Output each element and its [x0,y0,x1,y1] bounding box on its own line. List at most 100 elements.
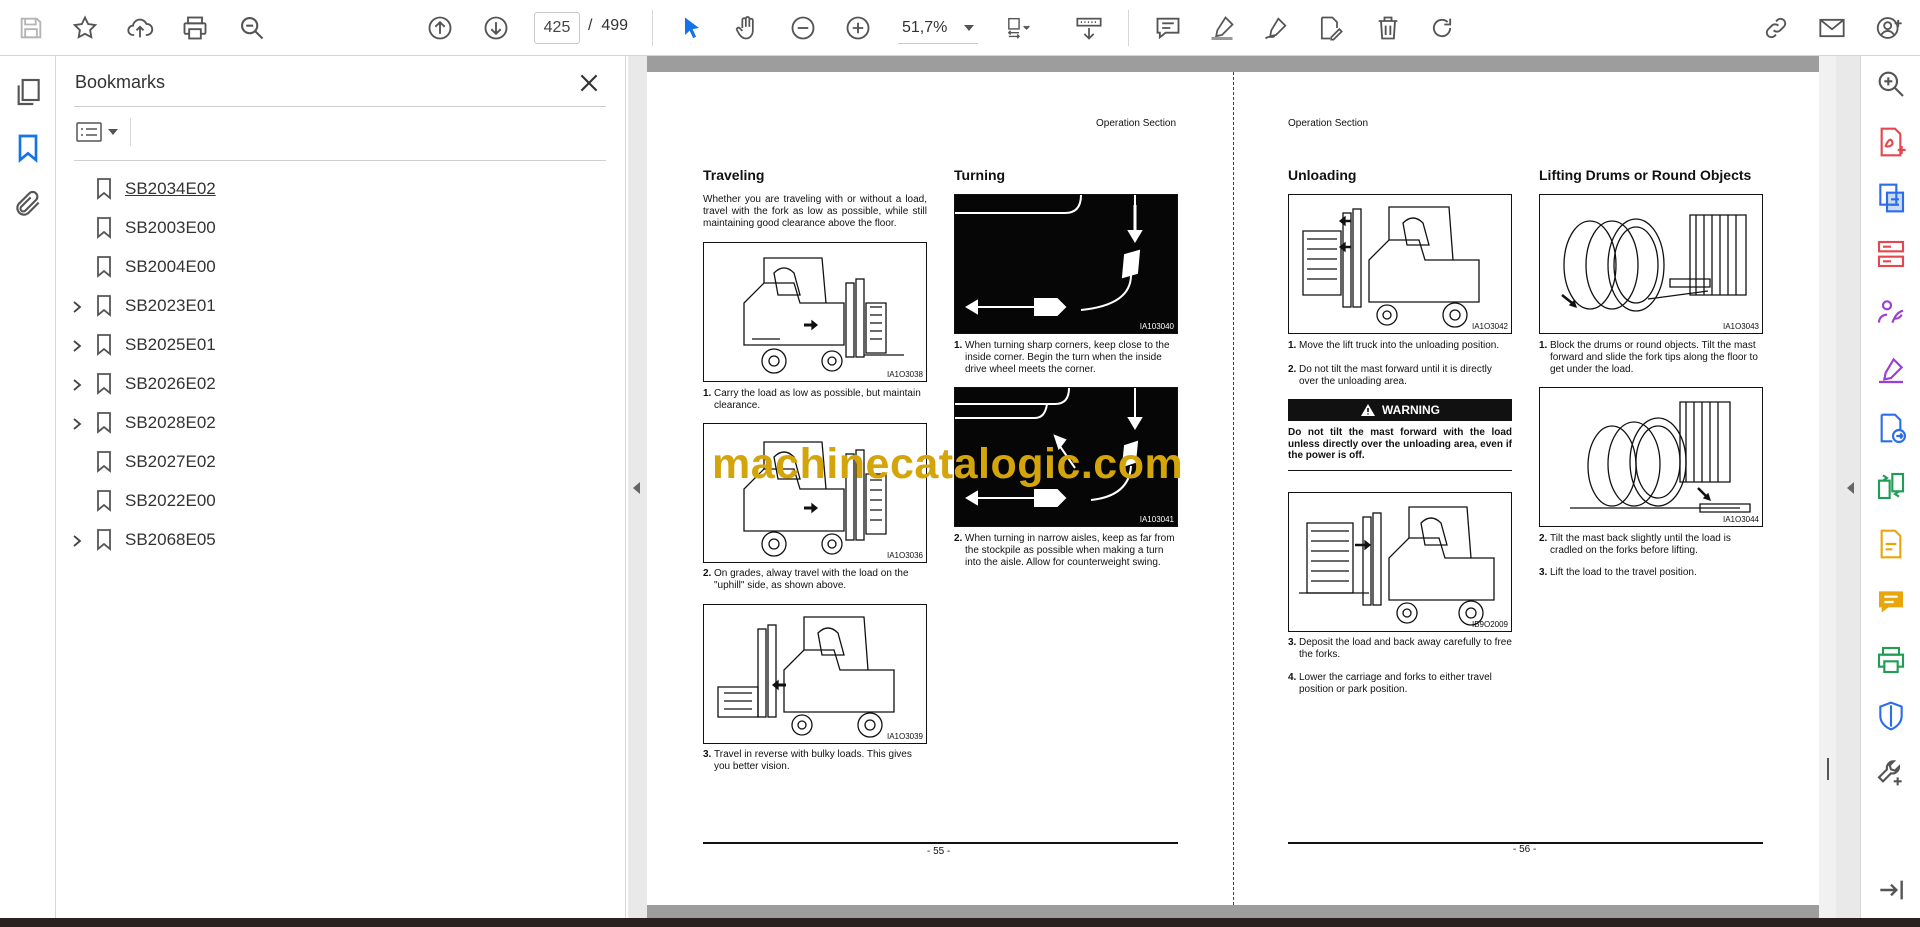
chevron-right-icon[interactable] [70,416,84,430]
bookmark-item[interactable]: SB2003E00 [56,211,616,245]
page-gap-top [647,56,1819,72]
hand-tool-icon[interactable] [727,0,767,56]
scrollbar-thumb[interactable] [1827,758,1829,780]
toolbar-divider [652,10,653,46]
bookmark-panel-icon[interactable] [12,132,44,164]
step-text: Do not tilt the mast forward until it is… [1299,364,1492,387]
bookmark-label: SB2023E01 [125,296,216,315]
share-link-icon[interactable] [1756,0,1796,56]
figure-code: IA1O3039 [886,732,923,741]
cloud-upload-icon[interactable] [120,0,160,56]
chevron-right-icon[interactable] [70,338,84,352]
delete-icon[interactable] [1368,0,1408,56]
figure-drums-cradled: IA1O3044 [1539,387,1763,527]
page-total: / 499 [588,17,628,35]
zoom-search-icon[interactable] [232,0,272,56]
print-production-icon[interactable] [1875,644,1907,676]
step-text: Carry the load as low as possible, but m… [714,388,921,411]
chevron-right-icon[interactable] [70,299,84,313]
organize-pages-icon[interactable] [1875,238,1907,270]
compare-files-icon[interactable] [1875,470,1907,502]
bookmark-label: SB2068E05 [125,530,216,549]
step-text: On grades, alway travel with the load on… [714,568,909,591]
protect-shield-icon[interactable] [1875,700,1907,732]
turning-step-2: 2. When turning in narrow aisles, keep as… [954,533,1178,569]
create-pdf-icon[interactable] [1875,182,1907,214]
collapse-right-panel-icon[interactable] [1842,478,1860,498]
email-icon[interactable] [1812,0,1852,56]
heading-traveling: Traveling [703,167,765,183]
page-thumbnails-icon[interactable] [12,76,44,108]
step-number: 2. [1539,533,1548,544]
star-icon[interactable] [66,0,104,56]
unloading-step-4: 4. Lower the carriage and forks to either… [1288,672,1512,696]
bookmark-item[interactable]: SB2025E01 [56,328,616,362]
chevron-right-icon[interactable] [70,533,84,547]
account-icon[interactable] [1870,0,1910,56]
scroll-mode-icon[interactable] [1068,0,1110,56]
edit-pdf-icon[interactable] [1875,528,1907,560]
send-for-review-icon[interactable] [1875,412,1907,444]
warning-banner: WARNING [1288,399,1512,421]
bookmark-icon [96,412,112,434]
bookmarks-title: Bookmarks [75,72,166,92]
comment-tool-icon[interactable] [1875,586,1907,618]
warning-label: WARNING [1382,403,1440,417]
next-page-icon[interactable] [476,0,516,56]
step-number: 1. [954,340,963,351]
zoom-level-dropdown[interactable]: 51,7% [898,12,978,44]
bookmark-item[interactable]: SB2023E01 [56,289,616,323]
attachments-icon[interactable] [12,188,44,220]
highlight-pen-icon[interactable] [1202,0,1242,56]
select-cursor-icon[interactable] [672,0,712,56]
step-text: When turning sharp corners, keep close t… [965,340,1170,375]
zoom-tool-icon[interactable] [1875,68,1907,100]
bookmark-item[interactable]: SB2027E02 [56,445,616,479]
bookmark-item[interactable]: SB2004E00 [56,250,616,284]
vertical-scrollbar[interactable] [1819,56,1836,918]
bookmark-options-button[interactable] [76,118,122,146]
unloading-step-1: 1. Move the lift truck into the unloading… [1288,340,1512,352]
bookmark-icon [96,178,112,200]
export-pdf-icon[interactable] [1875,126,1907,158]
zoom-out-icon[interactable] [783,0,823,56]
close-icon[interactable] [576,70,602,96]
step-number: 1. [1539,340,1548,351]
bookmark-label: SB2028E02 [125,413,216,432]
draw-freehand-icon[interactable] [1256,0,1296,56]
fill-sign-icon[interactable] [1875,354,1907,386]
bookmark-item[interactable]: SB2026E02 [56,367,616,401]
bookmark-item[interactable]: SB2028E02 [56,406,616,440]
main-toolbar: 425 / 499 51,7% [0,0,1920,56]
previous-page-icon[interactable] [420,0,460,56]
zoom-value: 51,7% [902,18,948,36]
page-header-right: Operation Section [1288,118,1369,129]
step-text: Tilt the mast back slightly until the lo… [1550,533,1731,556]
page-spread-divider [1233,72,1234,905]
bookmark-label: SB2026E02 [125,374,216,393]
left-nav-rail [0,56,56,918]
fit-page-icon[interactable] [996,0,1044,56]
zoom-in-icon[interactable] [838,0,878,56]
bookmark-item[interactable]: SB2068E05 [56,523,616,557]
page-number-input[interactable]: 425 [534,12,580,44]
edit-text-icon[interactable] [1310,0,1350,56]
bookmark-item[interactable]: SB2022E00 [56,484,616,518]
heading-lifting-drums: Lifting Drums or Round Objects [1539,167,1752,183]
bookmark-label: SB2004E00 [125,257,216,276]
request-signature-icon[interactable] [1875,296,1907,328]
expand-panel-icon[interactable] [1875,874,1907,906]
figure-turn-corner: IA103040 [954,194,1178,334]
collapse-left-panel-icon[interactable] [628,478,646,498]
bookmark-item[interactable]: SB2034E02 [56,172,616,206]
save-icon[interactable] [12,0,50,56]
comment-icon[interactable] [1148,0,1188,56]
step-number: 4. [1288,672,1297,683]
rotate-icon[interactable] [1422,0,1462,56]
more-tools-icon[interactable] [1875,756,1907,788]
watermark-text: machinecatalogic.com [712,440,1184,488]
chevron-right-icon[interactable] [70,377,84,391]
page-gap-bottom [647,905,1819,918]
figure-code: IA1O3043 [1722,322,1759,331]
print-icon[interactable] [175,0,215,56]
